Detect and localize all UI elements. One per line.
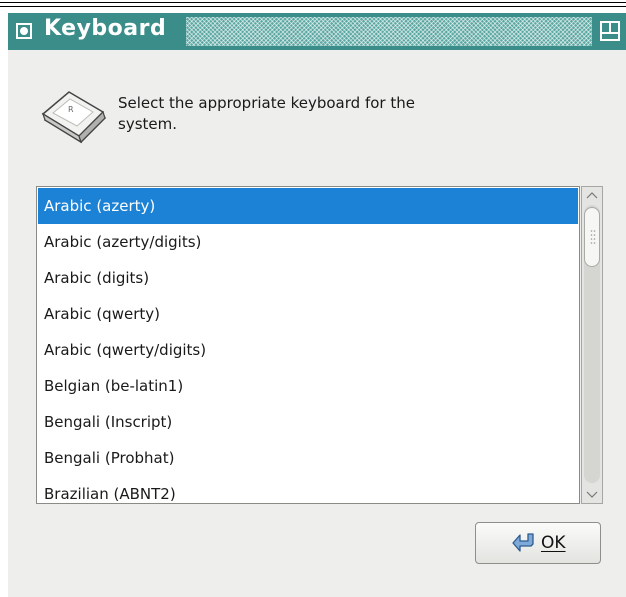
- list-item[interactable]: Arabic (digits): [38, 260, 578, 296]
- keyboard-key-icon: R: [41, 91, 107, 144]
- list-item[interactable]: Bengali (Inscript): [38, 404, 578, 440]
- screen-top-border: [0, 0, 626, 8]
- ok-button-label: OK: [541, 533, 566, 553]
- list-item[interactable]: Belgian (be-latin1): [38, 368, 578, 404]
- list-item[interactable]: Arabic (qwerty): [38, 296, 578, 332]
- scroll-thumb[interactable]: [584, 207, 600, 267]
- window-title: Keyboard: [44, 16, 167, 41]
- ok-button[interactable]: OK: [475, 522, 601, 564]
- instruction-text: Select the appropriate keyboard for the …: [118, 94, 415, 133]
- window-menu-icon: [20, 27, 28, 35]
- title-bar[interactable]: Keyboard: [8, 13, 626, 50]
- title-bar-drag-area[interactable]: [186, 17, 592, 46]
- list-item[interactable]: Bengali (Probhat): [38, 440, 578, 476]
- dialog-body: R Select the appropriate keyboard for th…: [8, 50, 626, 597]
- list-scrollbar[interactable]: [581, 186, 603, 504]
- scroll-down-arrow-icon[interactable]: [584, 487, 600, 501]
- scroll-up-arrow-icon[interactable]: [584, 189, 600, 203]
- grip-icon: [590, 230, 596, 244]
- svg-text:R: R: [68, 105, 74, 114]
- list-item[interactable]: Arabic (azerty/digits): [38, 224, 578, 260]
- keyboard-list[interactable]: Arabic (azerty) Arabic (azerty/digits) Ara…: [36, 186, 580, 504]
- enter-arrow-icon: [512, 533, 534, 552]
- list-item[interactable]: Arabic (azerty): [38, 188, 578, 224]
- list-item[interactable]: Brazilian (ABNT2): [38, 476, 578, 503]
- list-item[interactable]: Arabic (qwerty/digits): [38, 332, 578, 368]
- maximize-icon[interactable]: [599, 20, 621, 42]
- window-menu-button[interactable]: [16, 23, 32, 39]
